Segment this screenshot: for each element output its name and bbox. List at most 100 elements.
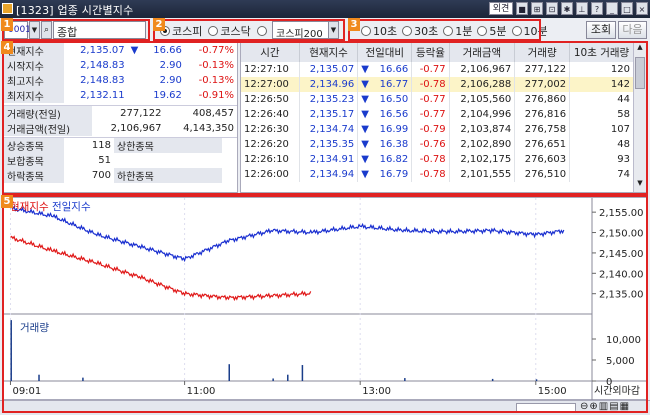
scroll-thumb[interactable] [635, 57, 645, 89]
window-controls: 외견 ■ ⊞ ⊡ ✱ ⊥? _ □ × [489, 2, 648, 15]
minimize-icon[interactable]: _ [606, 2, 618, 15]
column-header[interactable]: 등락율 [411, 43, 450, 62]
price-rate: -0.77% [198, 45, 234, 56]
window-icon[interactable]: ■ [516, 2, 528, 15]
search-icon[interactable]: ⌕ [41, 21, 52, 39]
table-cell: 16.99 [371, 122, 413, 137]
zoom-slider[interactable] [516, 403, 576, 412]
table-cell: 277,122 [514, 62, 571, 77]
printer-icon[interactable]: ⊞ [531, 2, 543, 15]
scroll-up-icon[interactable]: ▲ [634, 43, 646, 56]
up-count-value: 118 [91, 140, 111, 151]
radio-kosdaq[interactable]: 코스닥 [208, 22, 251, 40]
chart-svg[interactable]: 2,155.00 2,150.00 2,145.00 2,140.00 2,135.00… [4, 198, 648, 401]
radio-10s[interactable]: 10초 [361, 22, 397, 40]
column-header[interactable]: 시간 [241, 43, 300, 62]
column-header[interactable]: 거래량 [514, 43, 571, 62]
table-cell: -0.78 [411, 152, 450, 167]
table-cell: 2,101,555 [449, 167, 516, 182]
query-button[interactable]: 조회 [586, 21, 616, 39]
scroll-down-icon[interactable]: ▼ [634, 179, 646, 192]
price-label: 시작지수 [4, 58, 64, 73]
volume-bar [272, 378, 274, 381]
table-cell: 44 [569, 92, 634, 107]
price-change: 2.90 [159, 75, 182, 86]
down-arrow-icon: ▼ [130, 45, 139, 56]
down-arrow-icon: ▼ [361, 169, 369, 180]
radio-1m[interactable]: 1분 [443, 22, 472, 40]
pin-icon[interactable]: ⊥ [576, 2, 588, 15]
radio-kospi[interactable]: 코스피 [160, 22, 202, 40]
radio-kospi200[interactable] [256, 22, 267, 40]
breadth-table: 상승종목 118 상한종목 보합종목 51 하락종목 700 하한종목 [4, 137, 237, 183]
time-table: 시간 현재지수 전일대비 등락율 거래금액 거래량 10초 거래량 12:27:10 2,13… [241, 43, 634, 182]
volume-tick-label: 5,000 [606, 356, 635, 367]
price-value: 2,135.07 [80, 45, 125, 56]
table-cell: 16.77 [371, 77, 413, 92]
radio-30s[interactable]: 30초 [402, 22, 438, 40]
table-row[interactable]: 12:26:00 2,134.94 ▼ 16.79 -0.78 2,101,555 276,… [241, 167, 634, 182]
table-row[interactable]: 12:26:10 2,134.91 ▼ 16.82 -0.78 2,102,175 276,… [241, 152, 634, 167]
lower-limit-label: 하한종목 [114, 168, 222, 183]
table-cell: 276,603 [514, 152, 571, 167]
down-arrow-icon: ▼ [357, 77, 372, 92]
down-arrow-icon: ▼ [361, 124, 369, 135]
help-icon[interactable]: ? [591, 2, 603, 15]
table-row[interactable]: 12:27:00 2,134.96 ▼ 16.77 -0.78 2,106,288 277,… [241, 77, 634, 92]
legend-current: 현재지수 [10, 201, 49, 213]
flat-count-label: 보합종목 [4, 153, 64, 168]
table-row[interactable]: 12:26:40 2,135.17 ▼ 16.56 -0.77 2,104,996 276,… [241, 107, 634, 122]
table-cell: 2,135.17 [299, 107, 359, 122]
code-dropdown-button[interactable]: ▼ [29, 21, 40, 39]
market-radio-group: 코스피 코스닥 [160, 22, 267, 40]
column-header[interactable]: 현재지수 [299, 43, 359, 62]
table-cell: -0.77 [411, 62, 450, 77]
table-cell: 2,134.94 [299, 167, 359, 182]
table-cell: 12:26:20 [241, 137, 300, 152]
column-header[interactable]: 거래금액 [449, 43, 516, 62]
table-cell: 276,651 [514, 137, 571, 152]
table-cell: 277,002 [514, 77, 571, 92]
table-cell: 2,102,175 [449, 152, 516, 167]
table-cell: 2,106,967 [449, 62, 516, 77]
view-button[interactable]: 외견 [489, 2, 513, 15]
grid-scrollbar[interactable]: ▲ ▼ [633, 43, 646, 192]
volume-prev-value: 408,457 [192, 108, 234, 119]
maximize-icon[interactable]: □ [621, 2, 633, 15]
down-arrow-icon: ▼ [361, 94, 369, 105]
down-arrow-icon: ▼ [361, 109, 369, 120]
table-row[interactable]: 12:27:10 2,135.07 ▼ 16.66 -0.77 2,106,967 277,… [241, 62, 634, 77]
zoom-controls[interactable]: ⊖⊕▥▤▦ [580, 401, 630, 412]
table-cell: 12:26:30 [241, 122, 300, 137]
price-value: 2,132.11 [80, 90, 125, 101]
price-change: 2.90 [159, 60, 182, 71]
table-row[interactable]: 12:26:20 2,135.35 ▼ 16.38 -0.76 2,102,890 276,… [241, 137, 634, 152]
save-icon[interactable]: ⊡ [546, 2, 558, 15]
volume-bar [404, 378, 406, 381]
price-tick-label: 2,135.00 [599, 290, 644, 301]
close-icon[interactable]: × [636, 2, 648, 15]
column-header[interactable]: 10초 거래량 [569, 43, 634, 62]
sector-search-input[interactable]: 종합 [53, 21, 146, 39]
price-row: 현재지수 2,135.07 ▼ 16.66 -0.77% [4, 43, 237, 58]
table-cell: -0.79 [411, 122, 450, 137]
radio-10m[interactable]: 10분 [511, 22, 548, 40]
index-select[interactable]: 코스피200 [272, 21, 329, 40]
price-row: 최고지수 2,148.83 2.90 -0.13% [4, 73, 237, 88]
price-tick-label: 2,150.00 [599, 229, 644, 240]
column-header[interactable]: 전일대비 [357, 43, 413, 62]
index-select-arrow[interactable]: ▼ [328, 21, 339, 39]
next-button[interactable]: 다음 [618, 21, 647, 39]
table-cell: 2,105,560 [449, 92, 516, 107]
radio-5m[interactable]: 5분 [477, 22, 507, 40]
settings-icon[interactable]: ✱ [561, 2, 573, 15]
volume-bar [301, 365, 304, 381]
table-cell: 2,134.74 [299, 122, 359, 137]
table-row[interactable]: 12:26:50 2,135.23 ▼ 16.50 -0.77 2,105,560 276,… [241, 92, 634, 107]
summary-panel: 현재지수 2,135.07 ▼ 16.66 -0.77% 시작지수 2,148.8… [3, 42, 238, 193]
table-cell: -0.77 [411, 92, 450, 107]
down-count-label: 하락종목 [4, 168, 64, 183]
table-row[interactable]: 12:26:30 2,134.74 ▼ 16.99 -0.79 2,103,874 276,… [241, 122, 634, 137]
table-cell: 48 [569, 137, 634, 152]
volume-summary-table: 거래량(전일) 277,122 408,457 거래금액(전일) 2,106,9… [4, 105, 237, 136]
